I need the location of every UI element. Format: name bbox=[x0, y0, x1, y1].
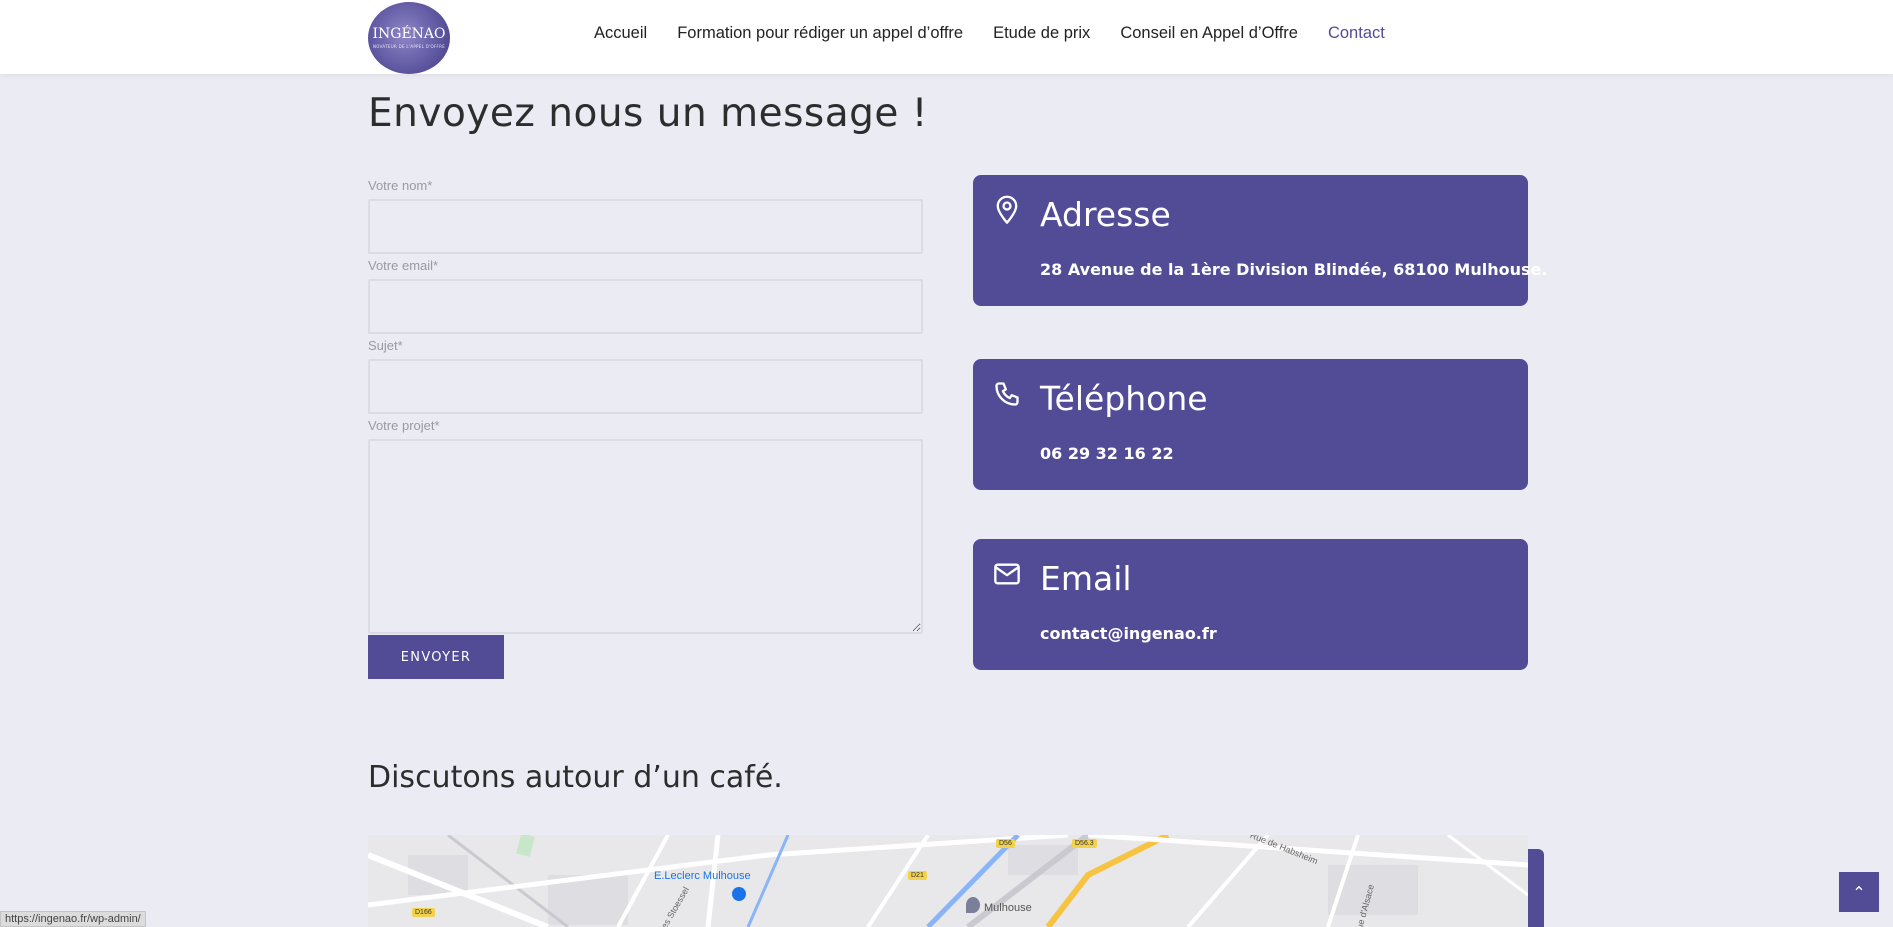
road-tag-d56-3: D56.3 bbox=[1072, 839, 1097, 848]
map-pin-icon bbox=[996, 195, 1018, 224]
project-label: Votre projet* bbox=[368, 418, 440, 433]
road-tag-d166: D166 bbox=[412, 908, 435, 917]
map-label-leclerc[interactable]: E.Leclerc Mulhouse bbox=[654, 870, 751, 882]
shopping-pin-icon[interactable] bbox=[732, 887, 746, 901]
subject-input[interactable] bbox=[368, 359, 923, 414]
email-label: Votre email* bbox=[368, 258, 439, 273]
mail-icon bbox=[994, 563, 1020, 585]
site-logo[interactable]: INGÉNAO NOVATEUR DE L'APPEL D'OFFRE bbox=[368, 2, 450, 74]
project-textarea[interactable] bbox=[368, 439, 923, 634]
nav-item-formation[interactable]: Formation pour rédiger un appel d’offre bbox=[677, 24, 963, 43]
name-label: Votre nom* bbox=[368, 178, 433, 193]
status-bar-url: https://ingenao.fr/wp-admin/ bbox=[0, 911, 146, 927]
email-card: Email contact@ingenao.fr bbox=[973, 539, 1528, 670]
send-button[interactable]: ENVOYER bbox=[368, 635, 504, 679]
name-input[interactable] bbox=[368, 199, 923, 254]
logo-tagline: NOVATEUR DE L'APPEL D'OFFRE bbox=[372, 44, 446, 49]
map-roads bbox=[368, 835, 1528, 927]
map-label-mulhouse[interactable]: Mulhouse bbox=[984, 902, 1032, 914]
nav-item-etude-de-prix[interactable]: Etude de prix bbox=[993, 24, 1090, 43]
road-tag-d56: D56 bbox=[996, 839, 1015, 848]
road-tag-d21: D21 bbox=[908, 871, 927, 880]
address-text: 28 Avenue de la 1ère Division Blindée, 6… bbox=[1040, 260, 1548, 279]
phone-card: Téléphone 06 29 32 16 22 bbox=[973, 359, 1528, 490]
address-card: Adresse 28 Avenue de la 1ère Division Bl… bbox=[973, 175, 1547, 306]
map-section-title: Discutons autour d’un café. bbox=[368, 760, 783, 795]
google-map[interactable]: E.Leclerc Mulhouse Mulhouse Rue de Habsh… bbox=[368, 835, 1528, 927]
email-input[interactable] bbox=[368, 279, 923, 334]
back-to-top-button[interactable]: ⌃ bbox=[1839, 872, 1879, 912]
main-nav: Accueil Formation pour rédiger un appel … bbox=[594, 24, 1415, 43]
logo-text: INGÉNAO bbox=[372, 26, 446, 42]
contact-form-title: Envoyez nous un message ! bbox=[368, 91, 928, 136]
nav-item-accueil[interactable]: Accueil bbox=[594, 24, 647, 43]
station-pin-icon[interactable] bbox=[966, 897, 980, 913]
nav-item-conseil[interactable]: Conseil en Appel d’Offre bbox=[1120, 24, 1298, 43]
address-title: Adresse bbox=[1040, 195, 1171, 234]
map-side-tab[interactable] bbox=[1528, 849, 1544, 927]
nav-item-contact[interactable]: Contact bbox=[1328, 24, 1385, 43]
email-title: Email bbox=[1040, 559, 1132, 598]
subject-label: Sujet* bbox=[368, 338, 403, 353]
phone-text[interactable]: 06 29 32 16 22 bbox=[1040, 444, 1174, 463]
chevron-up-icon: ⌃ bbox=[1852, 882, 1866, 902]
phone-icon bbox=[995, 382, 1019, 406]
phone-title: Téléphone bbox=[1040, 379, 1208, 418]
site-header: INGÉNAO NOVATEUR DE L'APPEL D'OFFRE Accu… bbox=[0, 0, 1893, 74]
email-text[interactable]: contact@ingenao.fr bbox=[1040, 624, 1217, 643]
